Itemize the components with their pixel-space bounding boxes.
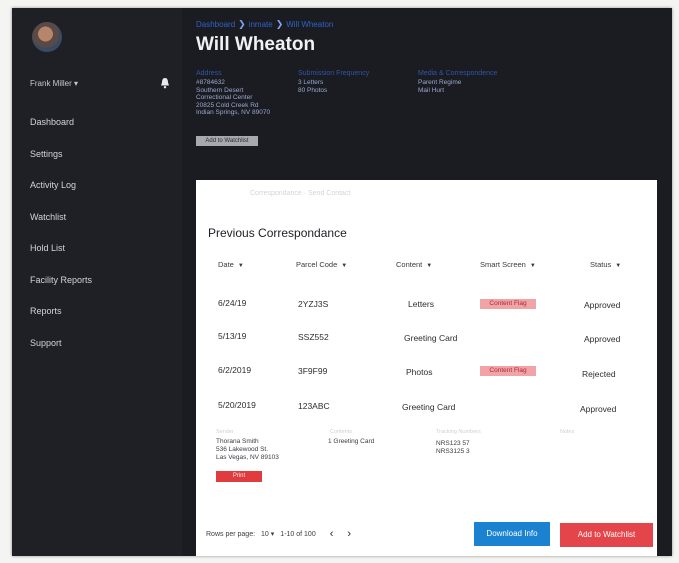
address-line: Correctional Center xyxy=(196,94,253,102)
media-label: Media & Correspondence xyxy=(418,70,498,77)
caret-down-icon: ▼ xyxy=(615,263,622,269)
sidebar-nav: Dashboard Settings Activity Log Watchlis… xyxy=(30,116,92,368)
column-header-date[interactable]: Date ▼ xyxy=(218,260,244,269)
content-flag-badge: Content Flag xyxy=(480,366,536,376)
breadcrumb-item[interactable]: Dashboard xyxy=(196,20,235,29)
tracking-line: NRS123 57 xyxy=(436,440,470,447)
page-range: 1-10 of 100 xyxy=(280,530,316,538)
row-detail: Sender Thorana Smith 536 Lakewood St. La… xyxy=(214,429,654,494)
caret-down-icon: ▼ xyxy=(529,263,536,269)
cell-content: Letters xyxy=(408,299,434,309)
frequency-line: 80 Photos xyxy=(298,86,328,94)
user-menu[interactable]: Frank Miller ▾ xyxy=(30,78,170,94)
cell-parcel-code: SSZ552 xyxy=(298,332,329,342)
breadcrumb: Dashboard ❯ inmate ❯ Will Wheaton xyxy=(196,18,656,30)
cell-status: Approved xyxy=(584,334,621,344)
frequency-block: Submission Frequency 3 Letters 80 Photos xyxy=(298,70,369,94)
frequency-label: Submission Frequency xyxy=(298,70,370,77)
cell-content: Greeting Card xyxy=(402,402,456,412)
avatar[interactable] xyxy=(32,22,62,52)
chevron-right-icon: ❯ xyxy=(275,18,284,29)
caret-down-icon: ▾ xyxy=(270,531,275,538)
cell-status: Rejected xyxy=(582,369,616,379)
column-header-status[interactable]: Status ▼ xyxy=(590,260,621,269)
pagination: Rows per page: 10 ▾ 1-10 of 100 ‹ › xyxy=(206,528,351,540)
cell-content: Greeting Card xyxy=(404,333,458,343)
address-line: #8784632 xyxy=(196,79,225,86)
next-page-icon[interactable]: › xyxy=(347,528,351,540)
page-header: Dashboard ❯ inmate ❯ Will Wheaton Will W… xyxy=(196,18,656,56)
cell-date: 5/13/19 xyxy=(218,331,247,341)
sidebar-item-activity-log[interactable]: Activity Log xyxy=(30,179,92,211)
panel-title: Previous Correspondance xyxy=(208,226,347,240)
page-title: Will Wheaton xyxy=(196,34,316,55)
media-line: Parent Regime xyxy=(418,79,462,86)
sidebar-item-settings[interactable]: Settings xyxy=(30,148,92,180)
panel-subtitle: Correspondance · Send Contact xyxy=(250,190,351,197)
address-block: Address #8784632 Southern Desert Correct… xyxy=(196,70,270,117)
address-label: Address xyxy=(196,70,222,77)
column-header-smart-screen[interactable]: Smart Screen ▼ xyxy=(480,260,536,269)
frequency-line: 3 Letters xyxy=(298,79,324,86)
sidebar-item-reports[interactable]: Reports xyxy=(30,305,92,337)
inmate-info: Address #8784632 Southern Desert Correct… xyxy=(196,70,656,150)
breadcrumb-item[interactable]: inmate xyxy=(249,20,273,29)
tracking-line: NRS3125 3 xyxy=(436,448,470,455)
table-row[interactable]: 6/2/2019 3F9F99 Photos Content Flag Reje… xyxy=(196,356,657,390)
caret-down-icon: ▼ xyxy=(237,263,244,269)
add-to-watchlist-button[interactable]: Add to Watchlist xyxy=(560,523,653,547)
app-window: Frank Miller ▾ Dashboard Settings Activi… xyxy=(12,8,672,556)
table-row[interactable]: 5/13/19 SSZ552 Greeting Card Approved xyxy=(196,323,657,357)
cell-content: Photos xyxy=(406,367,433,377)
print-button[interactable]: Print xyxy=(216,471,262,482)
cell-parcel-code: 3F9F99 xyxy=(298,366,328,376)
media-line: Mail Hurt xyxy=(418,86,445,94)
cell-date: 6/2/2019 xyxy=(218,365,252,375)
sender-line: Thorana Smith xyxy=(216,438,259,445)
table-row[interactable]: 5/20/2019 123ABC Greeting Card Approved xyxy=(196,390,657,424)
sender-line: Las Vegas, NV 89103 xyxy=(216,454,279,461)
rows-per-page-select[interactable]: 10 ▾ xyxy=(261,530,274,538)
sidebar-item-facility-reports[interactable]: Facility Reports xyxy=(30,274,92,306)
rows-per-page-label: Rows per page: xyxy=(206,530,256,538)
address-line: 20825 Cold Creek Rd xyxy=(196,101,259,109)
address-line: Southern Desert xyxy=(196,86,244,94)
sidebar-item-support[interactable]: Support xyxy=(30,337,92,369)
table-row[interactable]: 6/24/19 2YZJ3S Letters Content Flag Appr… xyxy=(196,290,657,324)
caret-down-icon: ▼ xyxy=(341,263,348,269)
user-name: Frank Miller ▾ xyxy=(30,79,79,88)
cell-parcel-code: 123ABC xyxy=(298,401,330,411)
sidebar-item-watchlist[interactable]: Watchlist xyxy=(30,211,92,243)
prev-page-icon[interactable]: ‹ xyxy=(330,528,334,540)
content-flag-badge: Content Flag xyxy=(480,299,536,309)
address-line: Indian Springs, NV 89070 xyxy=(196,109,271,117)
bell-icon[interactable] xyxy=(160,77,170,89)
contents-value: 1 Greeting Card xyxy=(328,438,375,445)
chevron-down-icon: ▾ xyxy=(74,79,79,88)
column-header-parcel-code[interactable]: Parcel Code ▼ xyxy=(296,260,347,269)
cell-status: Approved xyxy=(580,404,617,414)
cell-status: Approved xyxy=(584,300,621,310)
tracking-label: Tracking Numbers xyxy=(436,429,481,435)
media-block: Media & Correspondence Parent Regime Mai… xyxy=(418,70,497,94)
cell-date: 5/20/2019 xyxy=(218,400,256,410)
sender-label: Sender xyxy=(216,429,234,435)
caret-down-icon: ▼ xyxy=(426,263,433,269)
cell-parcel-code: 2YZJ3S xyxy=(298,299,329,309)
add-to-watchlist-small-button[interactable]: Add to Watchlist xyxy=(196,136,258,146)
chevron-right-icon: ❯ xyxy=(238,18,246,29)
contents-label: Contents xyxy=(330,429,353,435)
breadcrumb-item: Will Wheaton xyxy=(286,19,334,29)
sidebar: Frank Miller ▾ Dashboard Settings Activi… xyxy=(12,8,182,556)
download-info-button[interactable]: Download Info xyxy=(474,522,550,546)
notes-label: Notes xyxy=(560,429,575,435)
correspondence-panel: Correspondance · Send Contact Previous C… xyxy=(196,180,657,556)
cell-date: 6/24/19 xyxy=(218,298,247,308)
sender-line: 536 Lakewood St. xyxy=(216,446,269,453)
sidebar-item-hold-list[interactable]: Hold List xyxy=(30,242,92,274)
sidebar-item-dashboard[interactable]: Dashboard xyxy=(30,116,92,148)
column-header-content[interactable]: Content ▼ xyxy=(396,260,432,269)
